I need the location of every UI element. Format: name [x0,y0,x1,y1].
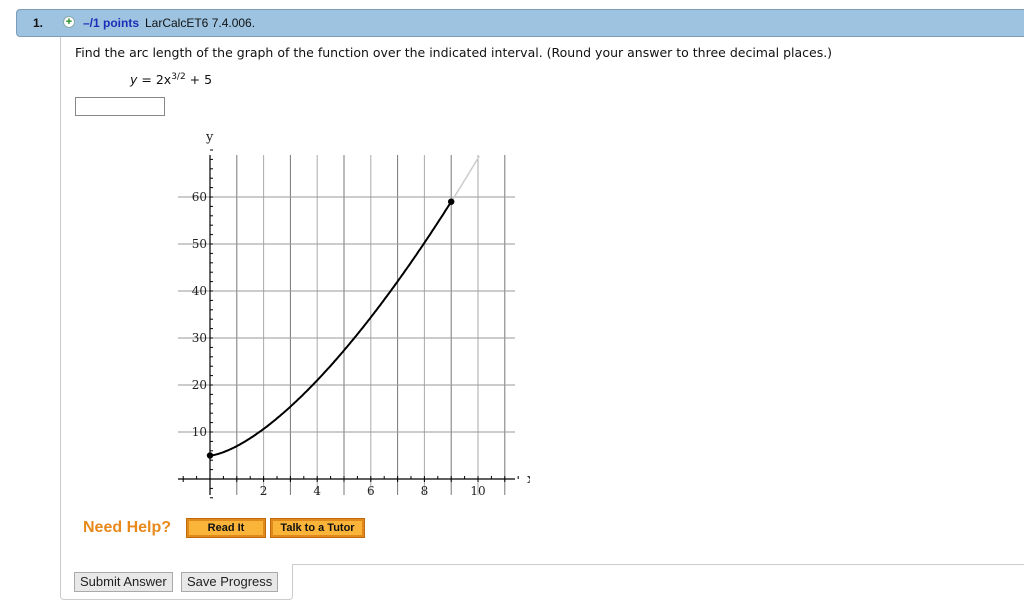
function-curve [209,201,453,457]
y-tick-label: 10 [192,425,207,439]
y-tick-label: 50 [192,237,207,251]
y-tick-label: 20 [192,378,207,392]
save-progress-button[interactable]: Save Progress [181,572,279,592]
question-header: 1. + –/1 points LarCalcET6 7.4.006. [16,9,1024,37]
submit-answer-button[interactable]: Submit Answer [74,572,173,592]
formula-exponent: 3/2 [171,72,186,82]
bottom-divider [292,564,1024,565]
formula-rhs: + 5 [185,72,213,88]
y-tick-label: 30 [192,331,207,345]
endpoint-marker [448,198,455,205]
answer-input[interactable] [75,97,165,116]
need-help-label: Need Help? [83,519,172,536]
x-axis-label: x [527,472,530,487]
curve-extension [450,155,480,203]
axes [178,149,519,499]
x-tick-label: 6 [367,484,375,498]
x-tick-label: 2 [260,484,268,498]
function-graph: 2 4 6 8 10 10 20 30 40 50 60 x y [178,130,530,499]
x-tick-label: 4 [313,484,321,498]
read-it-button[interactable]: Read It [186,518,266,538]
question-reference: LarCalcET6 7.4.006. [145,16,256,30]
points-link[interactable]: –/1 points [83,16,139,30]
formula-mid: = 2x [137,72,172,88]
plus-circle-icon[interactable]: + [63,16,75,28]
grid [178,155,515,495]
question-prompt: Find the arc length of the graph of the … [75,45,833,60]
x-tick-label: 10 [470,484,485,498]
y-axis-label: y [205,130,214,145]
endpoint-marker [206,452,214,459]
left-divider [60,37,61,565]
function-formula: y = 2x3/2 + 5 [130,72,212,87]
question-number: 1. [33,16,44,30]
x-tick-label: 8 [421,484,429,498]
y-tick-label: 40 [192,284,207,298]
curve-group [206,155,480,459]
talk-to-tutor-button[interactable]: Talk to a Tutor [270,518,365,538]
y-tick-label: 60 [192,190,207,204]
